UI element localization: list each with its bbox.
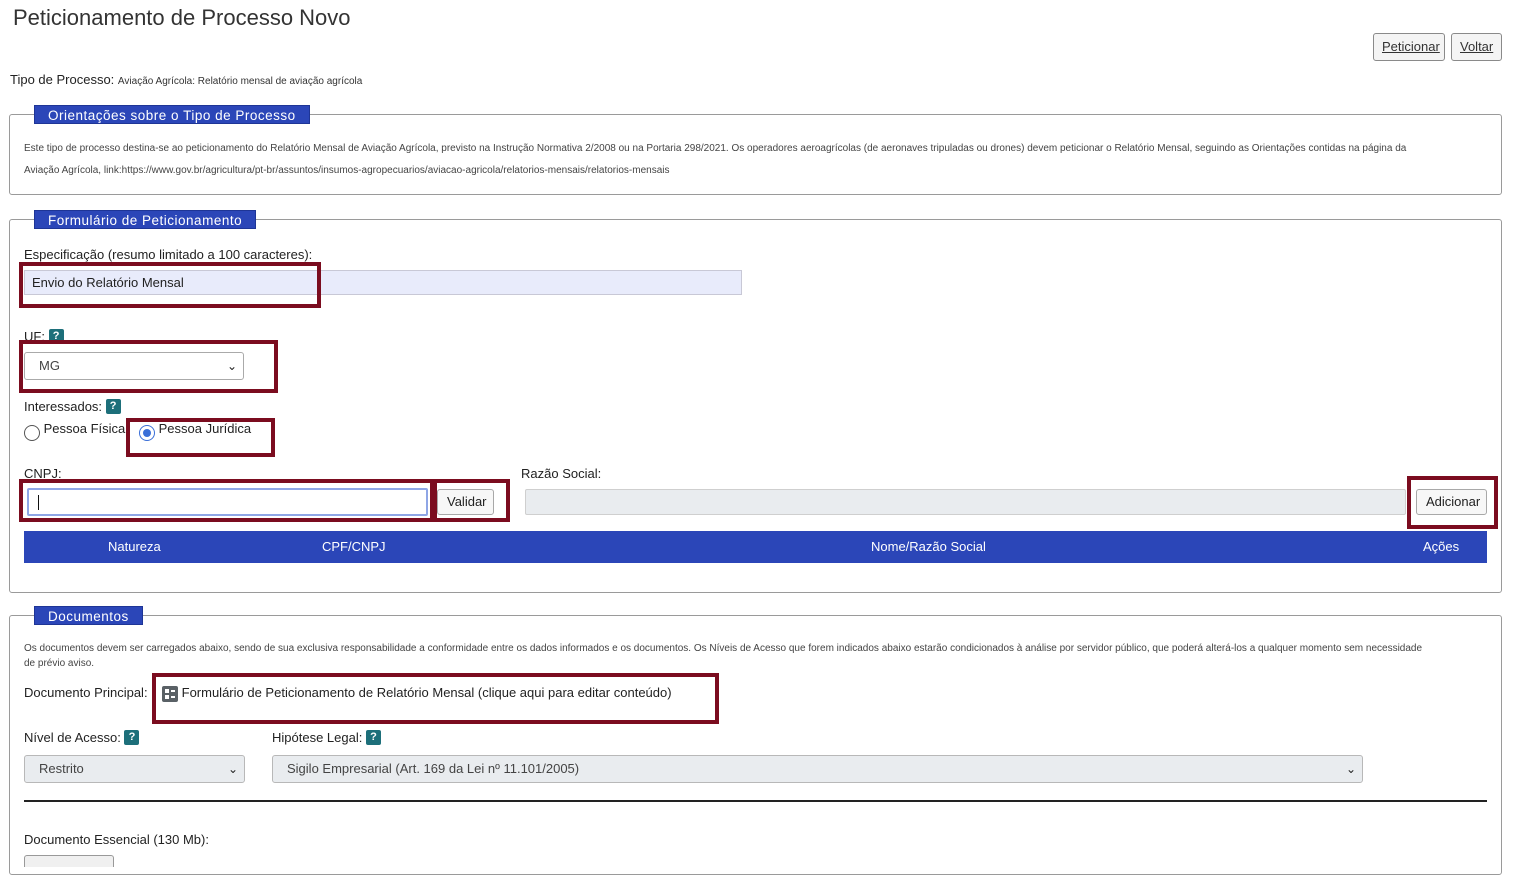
highlight-validar — [433, 479, 510, 522]
highlight-especificacao — [19, 262, 321, 308]
documentos-legend: Documentos — [34, 606, 143, 625]
documento-essencial-label: Documento Essencial (130 Mb): — [24, 832, 209, 847]
documento-principal-label: Documento Principal: — [24, 685, 148, 700]
col-acoes: Ações — [1423, 539, 1460, 554]
documentos-intro-line-1: Os documentos devem ser carregados abaix… — [24, 643, 1423, 654]
highlight-pessoa-juridica — [126, 418, 275, 457]
interessados-table-header: Natureza CPF/CNPJ Nome/Razão Social Açõe… — [24, 531, 1487, 563]
radio-pessoa-fisica-label: Pessoa Física — [43, 421, 126, 436]
interessados-label-text: Interessados: — [24, 399, 103, 414]
nivel-acesso-select[interactable]: Restrito ⌄ — [24, 755, 245, 783]
section-divider — [24, 800, 1487, 802]
formulario-legend: Formulário de Peticionamento — [34, 210, 257, 229]
documentos-intro-line-2: de prévio aviso. — [24, 658, 95, 669]
hipotese-legal-label-text: Hipótese Legal: — [272, 730, 363, 745]
orientacoes-text: Este tipo de processo destina-se ao peti… — [24, 138, 1494, 182]
orientacoes-line-2: Aviação Agrícola, link:https://www.gov.b… — [24, 165, 670, 176]
highlight-cnpj — [19, 479, 434, 522]
radio-pessoa-fisica[interactable]: Pessoa Física — [24, 421, 126, 441]
col-natureza: Natureza — [108, 539, 161, 554]
highlight-documento-principal — [152, 673, 719, 724]
orientacoes-line-1: Este tipo de processo destina-se ao peti… — [24, 143, 1407, 154]
file-chooser-button[interactable] — [24, 855, 114, 867]
interessados-help-icon[interactable]: ? — [105, 399, 121, 414]
hipotese-legal-help-icon[interactable]: ? — [365, 730, 381, 745]
razao-social-input — [525, 489, 1406, 515]
radio-pessoa-fisica-circle[interactable] — [24, 424, 40, 441]
tipo-processo: Tipo de Processo: Aviação Agrícola: Rela… — [10, 72, 362, 87]
voltar-button[interactable]: Voltar — [1451, 33, 1502, 61]
tipo-processo-value: Aviação Agrícola: Relatório mensal de av… — [117, 76, 363, 87]
nivel-acesso-label: Nível de Acesso: ? — [24, 730, 140, 745]
hipotese-legal-select[interactable]: Sigilo Empresarial (Art. 169 da Lei nº 1… — [272, 755, 1363, 783]
documentos-intro: Os documentos devem ser carregados abaix… — [24, 641, 1494, 671]
chevron-down-icon: ⌄ — [227, 762, 238, 776]
interessados-label: Interessados: ? — [24, 399, 121, 414]
orientacoes-legend: Orientações sobre o Tipo de Processo — [34, 105, 310, 124]
highlight-adicionar — [1407, 476, 1498, 529]
peticionar-button[interactable]: Peticionar — [1373, 33, 1445, 61]
highlight-uf — [19, 340, 278, 393]
chevron-down-icon: ⌄ — [1345, 762, 1356, 776]
hipotese-legal-label: Hipótese Legal: ? — [272, 730, 381, 745]
col-cpf-cnpj: CPF/CNPJ — [322, 539, 386, 554]
tipo-processo-label: Tipo de Processo: — [10, 72, 115, 87]
page-title: Peticionamento de Processo Novo — [13, 5, 351, 30]
especificacao-label: Especificação (resumo limitado a 100 car… — [24, 247, 313, 262]
hipotese-legal-selected-value: Sigilo Empresarial (Art. 169 da Lei nº 1… — [287, 761, 580, 776]
nivel-acesso-label-text: Nível de Acesso: — [24, 730, 121, 745]
nivel-acesso-help-icon[interactable]: ? — [124, 730, 140, 745]
razao-social-label: Razão Social: — [521, 466, 602, 481]
nivel-acesso-selected-value: Restrito — [39, 761, 84, 776]
col-nome-razao-social: Nome/Razão Social — [871, 539, 986, 554]
